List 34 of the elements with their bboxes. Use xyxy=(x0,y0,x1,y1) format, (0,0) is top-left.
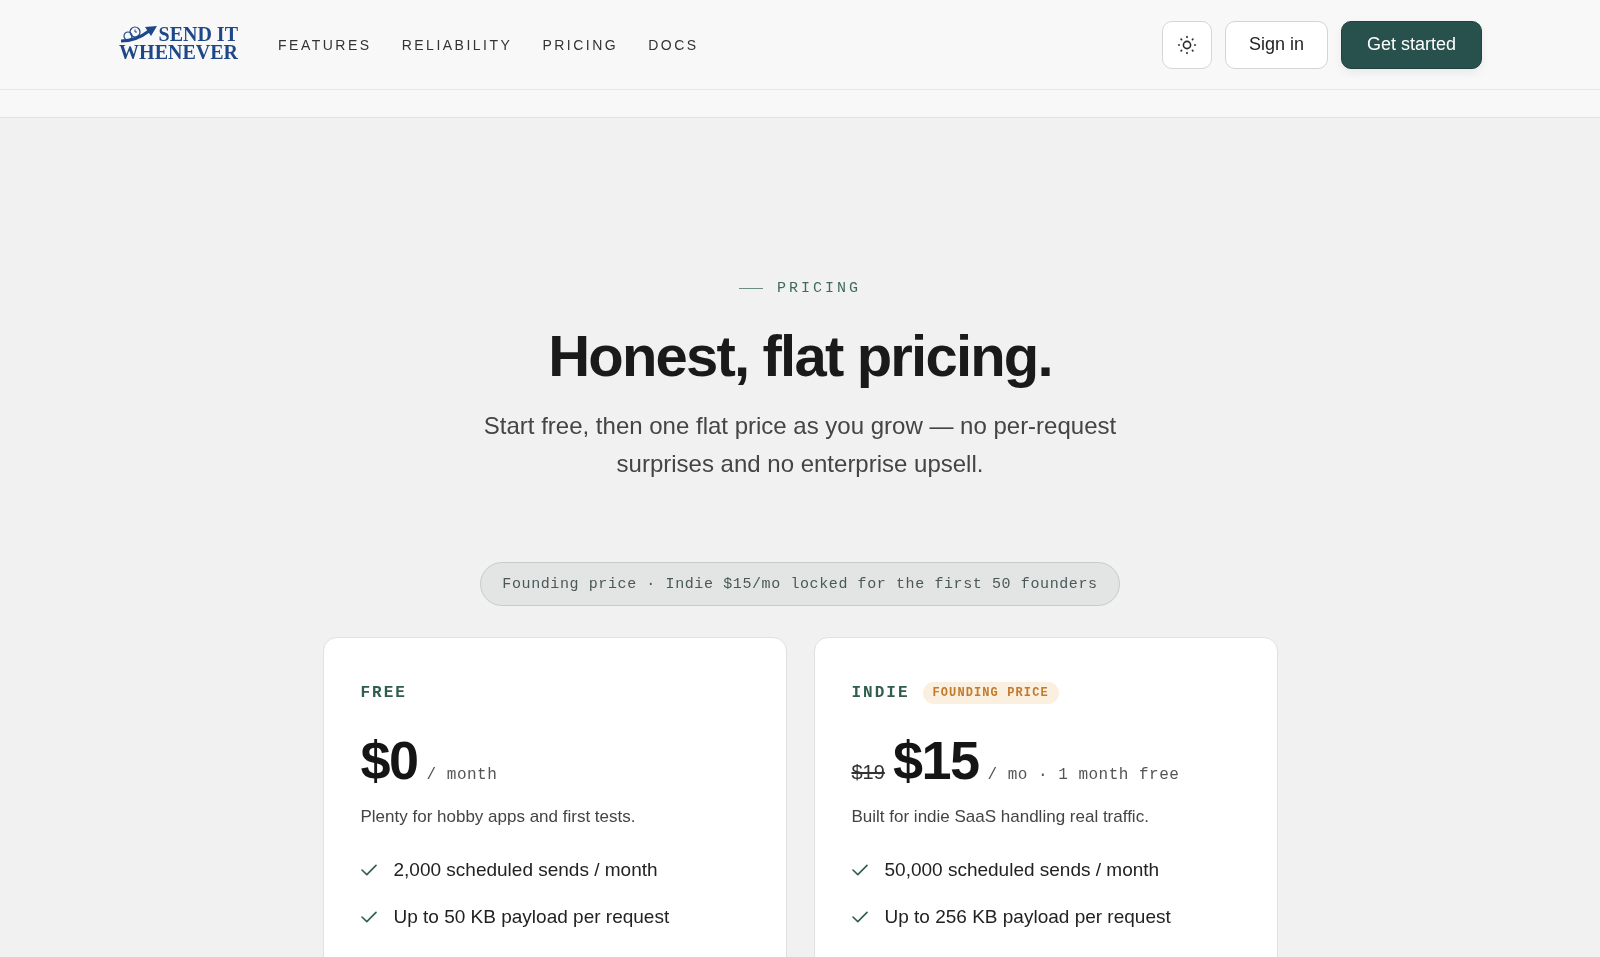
nav-link[interactable]: RELIABILITY xyxy=(401,36,513,53)
theme-toggle-button[interactable] xyxy=(1161,20,1212,69)
plan-name: INDIE xyxy=(851,684,910,702)
check-icon xyxy=(360,864,377,876)
plan-description: Built for indie SaaS handling real traffic. xyxy=(851,806,1150,828)
plan-name: FREE xyxy=(360,684,407,702)
sign-in-button[interactable]: Sign in xyxy=(1224,20,1328,69)
section-eyebrow: PRICING xyxy=(777,279,861,297)
plan-description: Plenty for hobby apps and first tests. xyxy=(360,806,637,828)
nav-link[interactable]: FEATURES xyxy=(278,36,372,53)
logo-text: WHENEVER xyxy=(119,42,238,61)
check-icon xyxy=(360,911,377,923)
plan-price: $15 xyxy=(892,730,979,790)
check-icon xyxy=(851,911,868,923)
sun-icon xyxy=(1176,34,1197,55)
feature-text: Up to 50 KB payload per request xyxy=(393,906,670,928)
feature-text: 50,000 scheduled sends / month xyxy=(884,859,1160,881)
price-period: / mo · 1 month free xyxy=(987,766,1180,784)
logo-icon xyxy=(119,24,158,43)
logo-text: SEND IT xyxy=(158,24,238,43)
plan-price: $0 xyxy=(360,730,418,790)
check-icon xyxy=(851,864,868,876)
plan-badge: FOUNDING PRICE xyxy=(922,682,1059,704)
page-subtitle: Start free, then one flat price as you grow — no per-request surprises and no enterprise upsell. xyxy=(482,411,1118,479)
founding-price-notice: Founding price · Indie $15/mo locked for the first 50 founders xyxy=(480,562,1120,606)
get-started-button[interactable]: Get started xyxy=(1340,20,1482,69)
nav-link[interactable]: DOCS xyxy=(648,36,699,53)
dash-icon xyxy=(739,287,763,289)
page-heading: Honest, flat pricing. xyxy=(548,322,1052,390)
price-period: / month xyxy=(426,766,498,784)
nav-link[interactable]: PRICING xyxy=(542,36,619,53)
feature-text: Up to 256 KB payload per request xyxy=(884,906,1171,928)
original-price: $19 xyxy=(851,761,885,784)
feature-text: 2,000 scheduled sends / month xyxy=(393,859,658,881)
